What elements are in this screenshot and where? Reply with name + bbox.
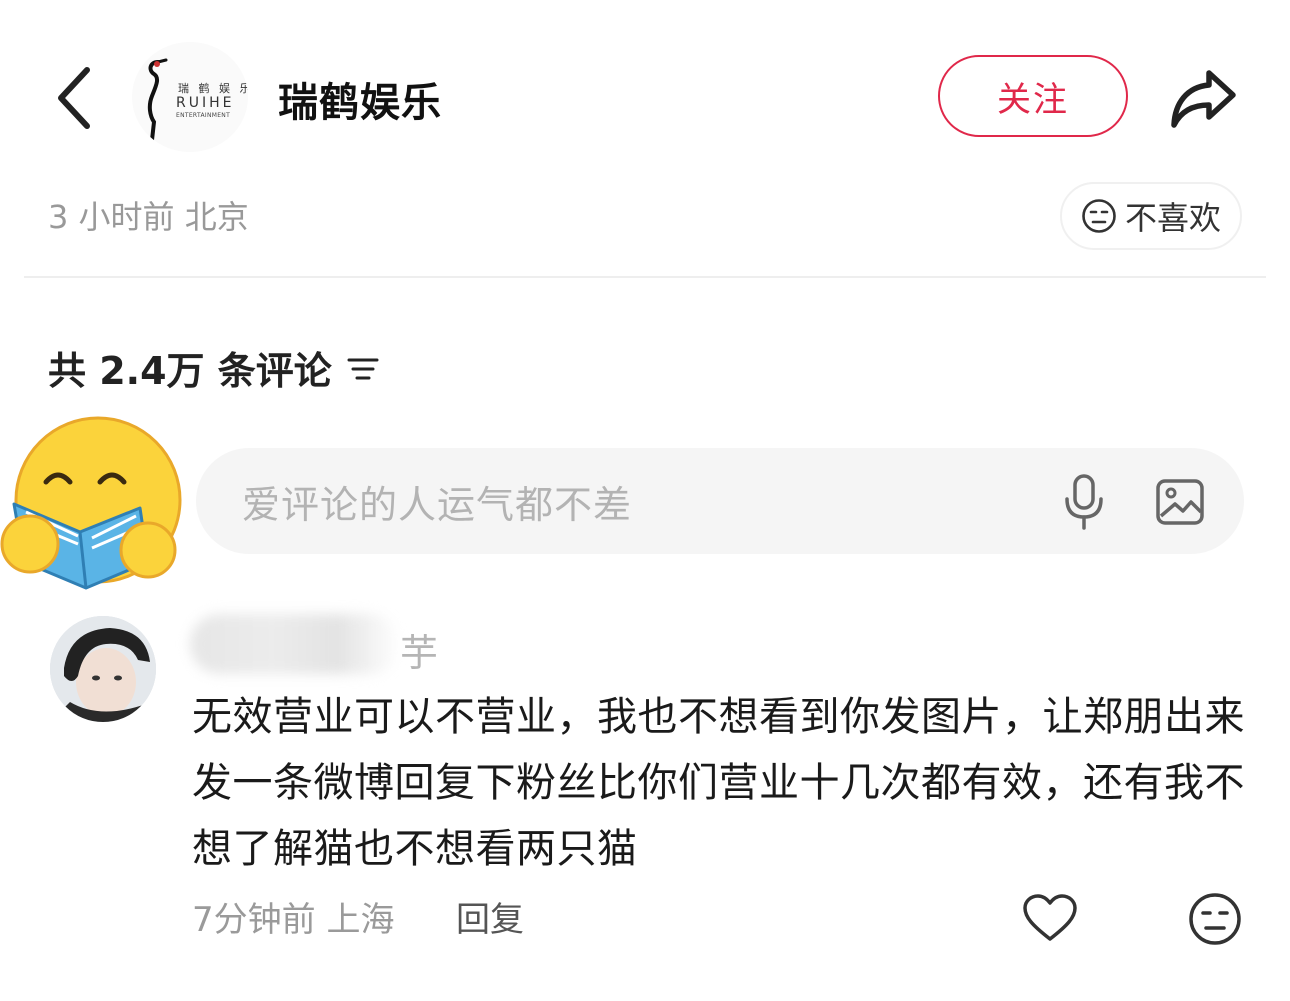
- microphone-icon: [1065, 474, 1103, 530]
- comment-input-placeholder: 爱评论的人运气都不差: [242, 482, 633, 527]
- chevron-left-icon: [58, 67, 90, 129]
- comment-text[interactable]: 无效营业可以不营业，我也不想看到你发图片，让郑朋出来发一条微博回复下粉丝比你们营…: [192, 684, 1252, 882]
- comment-dislike-button[interactable]: [1186, 890, 1244, 948]
- sort-icon[interactable]: [346, 351, 380, 385]
- account-avatar[interactable]: 瑞 鹤 娱 乐 RUIHE ENTERTAINMENT: [132, 42, 248, 152]
- share-arrow-icon: [1171, 70, 1236, 128]
- back-button[interactable]: [40, 58, 110, 138]
- reading-emoji-avatar: [0, 412, 190, 590]
- logo-text-sub: ENTERTAINMENT: [176, 112, 231, 119]
- comment-time-location: 7分钟前 上海: [192, 900, 395, 940]
- share-button[interactable]: [1164, 58, 1244, 138]
- meh-face-icon: [1189, 893, 1241, 945]
- username-blurred: [190, 614, 400, 674]
- image-upload-button[interactable]: [1150, 472, 1210, 532]
- reading-face-icon: [0, 416, 182, 590]
- person-photo-icon: [50, 616, 156, 722]
- crane-logo-icon: [147, 58, 168, 142]
- commenter-username[interactable]: 芋: [400, 622, 438, 677]
- dislike-button[interactable]: 不喜欢: [1060, 182, 1242, 250]
- dislike-label: 不喜欢: [1124, 199, 1221, 237]
- post-time-location: 3 小时前 北京: [48, 198, 249, 236]
- follow-button[interactable]: 关注: [938, 55, 1128, 137]
- heart-icon: [1023, 894, 1077, 941]
- commenter-avatar[interactable]: [50, 616, 156, 722]
- reply-button[interactable]: 回复: [456, 892, 524, 941]
- logo-text-cn: 瑞 鹤 娱 乐: [178, 82, 248, 95]
- comment-count-label: 共 2.4万 条评论: [48, 349, 332, 393]
- voice-input-button[interactable]: [1056, 470, 1112, 534]
- meh-face-icon: [1082, 199, 1116, 233]
- image-icon: [1156, 479, 1204, 525]
- comment-count-header[interactable]: 共 2.4万 条评论: [48, 340, 380, 395]
- divider: [24, 276, 1266, 278]
- account-name[interactable]: 瑞鹤娱乐: [278, 70, 442, 128]
- like-button[interactable]: [1018, 886, 1082, 950]
- logo-text-en: RUIHE: [176, 95, 235, 111]
